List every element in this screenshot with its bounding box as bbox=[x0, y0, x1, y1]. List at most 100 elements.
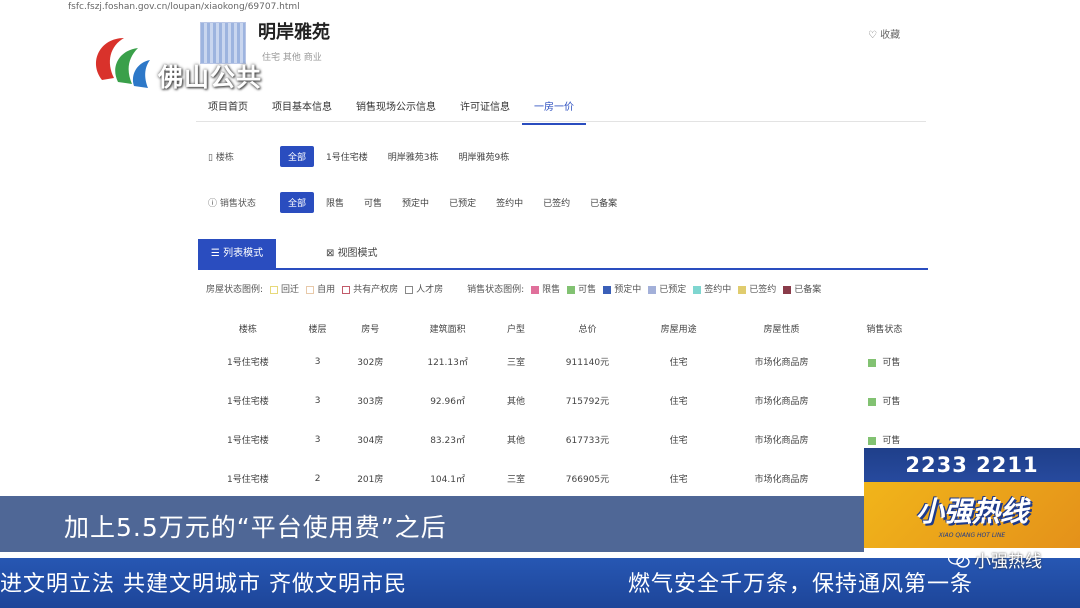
table-cell: 市场化商品房 bbox=[754, 397, 809, 407]
sale-legend-swatch bbox=[783, 285, 792, 294]
table-cell: 住宅 bbox=[669, 436, 688, 446]
column-header: 房屋性质 bbox=[763, 324, 800, 335]
column-header: 房屋用途 bbox=[660, 324, 697, 335]
house-legend-swatch bbox=[270, 285, 279, 294]
status-option-signed[interactable]: 已签约 bbox=[535, 192, 578, 213]
sale-legend-swatch bbox=[693, 285, 702, 294]
table-cell: 市场化商品房 bbox=[754, 436, 809, 446]
building-option-3[interactable]: 明岸雅苑3栋 bbox=[380, 146, 447, 167]
table-cell: 83.23㎡ bbox=[430, 436, 465, 446]
status-text: 可售 bbox=[882, 358, 901, 368]
house-legend-label: 房屋状态图例: bbox=[206, 285, 264, 295]
table-cell: 住宅 bbox=[669, 475, 688, 485]
table-cell: 其他 bbox=[506, 397, 525, 407]
status-option-filed[interactable]: 已备案 bbox=[582, 192, 625, 213]
column-header: 户型 bbox=[506, 324, 525, 335]
building-option-9[interactable]: 明岸雅苑9栋 bbox=[450, 146, 517, 167]
view-mode-tab[interactable]: ⊠ 视图模式 bbox=[276, 239, 378, 269]
status-text: 可售 bbox=[882, 397, 901, 407]
sale-legend-item-label: 已签约 bbox=[749, 285, 777, 295]
favorite-label: 收藏 bbox=[880, 30, 901, 41]
table-cell: 1号住宅楼 bbox=[226, 436, 269, 446]
show-logo-pinyin: XIAO QIANG HOT LINE bbox=[938, 532, 1006, 539]
column-header: 总价 bbox=[578, 324, 597, 335]
wechat-icon bbox=[948, 550, 970, 568]
table-cell: 104.1㎡ bbox=[430, 475, 465, 485]
sale-legend-item-label: 已备案 bbox=[794, 285, 822, 295]
legend-bar: 房屋状态图例: 回迁 自用 共有产权房 人才房 销售状态图例: 限售 可售 预定中 已预定 签… bbox=[206, 282, 821, 295]
table-cell: 92.96㎡ bbox=[430, 397, 465, 407]
house-legend: 回迁 自用 共有产权房 人才房 bbox=[263, 282, 443, 295]
status-swatch bbox=[868, 397, 877, 406]
sale-legend-item-label: 签约中 bbox=[704, 285, 732, 295]
table-cell: 121.13㎡ bbox=[427, 358, 468, 368]
ticker-right: 燃气安全千万条，保持通风第一条 bbox=[628, 572, 974, 597]
status-filter: ⓘ 销售状态 全部 限售 可售 预定中 已预定 签约中 已签约 已备案 bbox=[208, 192, 629, 213]
ticker-left: 进文明立法 共建文明城市 齐做文明市民 bbox=[0, 572, 407, 597]
favorite-button[interactable]: ♡ 收藏 bbox=[868, 26, 900, 41]
table-cell: 三室 bbox=[506, 358, 525, 368]
table-cell: 201房 bbox=[357, 475, 384, 485]
table-body: 1号住宅楼 3 302房 121.13㎡ 三室 911140元 住宅 市场化商品房 可售 1号住宅… bbox=[200, 342, 926, 498]
sale-legend-swatch bbox=[567, 285, 576, 294]
heart-icon: ♡ bbox=[868, 30, 877, 41]
sale-legend-item-label: 预定中 bbox=[614, 285, 642, 295]
table-row[interactable]: 1号住宅楼2201房104.1㎡三室766905元住宅市场化商品房可售 bbox=[200, 459, 926, 498]
house-legend-item-label: 回迁 bbox=[281, 285, 300, 295]
table-cell: 911140元 bbox=[565, 358, 610, 368]
sale-legend-item-label: 限售 bbox=[542, 285, 561, 295]
building-option-1[interactable]: 1号住宅楼 bbox=[318, 146, 376, 167]
status-swatch bbox=[868, 358, 877, 367]
house-legend-swatch bbox=[342, 285, 351, 294]
url-bar: fsfc.fszj.foshan.gov.cn/loupan/xiaokong/… bbox=[68, 2, 300, 12]
status-option-signing[interactable]: 签约中 bbox=[488, 192, 531, 213]
news-subtitle-bar: 加上5.5万元的“平台使用费”之后 bbox=[0, 496, 864, 552]
house-legend-item-label: 人才房 bbox=[416, 285, 444, 295]
hotline-number: 2233 2211 bbox=[864, 448, 1080, 482]
status-filter-label: ⓘ 销售状态 bbox=[208, 199, 256, 209]
table-cell: 可售 bbox=[843, 342, 926, 381]
house-legend-swatch bbox=[306, 285, 315, 294]
channel-logo-text: 佛山公共 bbox=[158, 63, 263, 92]
table-cell: 617733元 bbox=[565, 436, 610, 446]
table-cell: 住宅 bbox=[669, 397, 688, 407]
news-subtitle: 加上5.5万元的“平台使用费”之后 bbox=[64, 513, 447, 542]
status-option-restricted[interactable]: 限售 bbox=[318, 192, 352, 213]
column-header: 建筑面积 bbox=[429, 324, 466, 335]
status-option-reserving[interactable]: 预定中 bbox=[394, 192, 437, 213]
status-option-reserved[interactable]: 已预定 bbox=[441, 192, 484, 213]
status-swatch bbox=[868, 436, 877, 445]
nav-divider bbox=[196, 121, 926, 122]
sale-legend-swatch bbox=[648, 285, 657, 294]
table-cell: 三室 bbox=[506, 475, 525, 485]
table-cell: 2 bbox=[314, 473, 321, 484]
status-option-all[interactable]: 全部 bbox=[280, 192, 315, 213]
sale-legend-item-label: 已预定 bbox=[659, 285, 687, 295]
table-row[interactable]: 1号住宅楼 3 302房 121.13㎡ 三室 911140元 住宅 市场化商品房 可售 bbox=[200, 342, 926, 381]
show-logo-text: 小强热线 bbox=[915, 495, 1028, 528]
house-legend-swatch bbox=[405, 285, 414, 294]
table-row[interactable]: 1号住宅楼 3 303房 92.96㎡ 其他 715792元 住宅 市场化商品房 可售 bbox=[200, 381, 926, 420]
building-filter: ▯ 楼栋 全部 1号住宅楼 明岸雅苑3栋 明岸雅苑9栋 bbox=[208, 146, 521, 167]
sale-legend-swatch bbox=[531, 285, 540, 294]
show-logo: 小强热线 XIAO QIANG HOT LINE bbox=[864, 482, 1080, 548]
house-legend-item-label: 自用 bbox=[317, 285, 336, 295]
status-option-available[interactable]: 可售 bbox=[356, 192, 390, 213]
table-cell: 3 bbox=[314, 395, 321, 406]
building-option-all[interactable]: 全部 bbox=[280, 146, 315, 167]
table-cell: 市场化商品房 bbox=[754, 475, 809, 485]
table-cell: 其他 bbox=[506, 436, 525, 446]
column-header: 销售状态 bbox=[866, 324, 903, 335]
table-cell: 715792元 bbox=[565, 397, 610, 407]
table-cell: 766905元 bbox=[565, 475, 610, 485]
column-header: 楼栋 bbox=[238, 324, 257, 335]
sale-legend: 限售 可售 预定中 已预定 签约中 已签约 已备案 bbox=[524, 282, 821, 295]
building-filter-label: ▯ 楼栋 bbox=[208, 153, 234, 163]
table-row[interactable]: 1号住宅楼 3 304房 83.23㎡ 其他 617733元 住宅 市场化商品房 可售 bbox=[200, 420, 926, 459]
column-header: 房号 bbox=[361, 324, 380, 335]
column-header: 楼层 bbox=[308, 324, 327, 335]
table-cell: 可售 bbox=[843, 381, 926, 420]
table-cell: 303房 bbox=[357, 397, 384, 407]
list-mode-tab[interactable]: ☰ 列表模式 bbox=[198, 239, 276, 269]
sale-legend-swatch bbox=[603, 285, 612, 294]
